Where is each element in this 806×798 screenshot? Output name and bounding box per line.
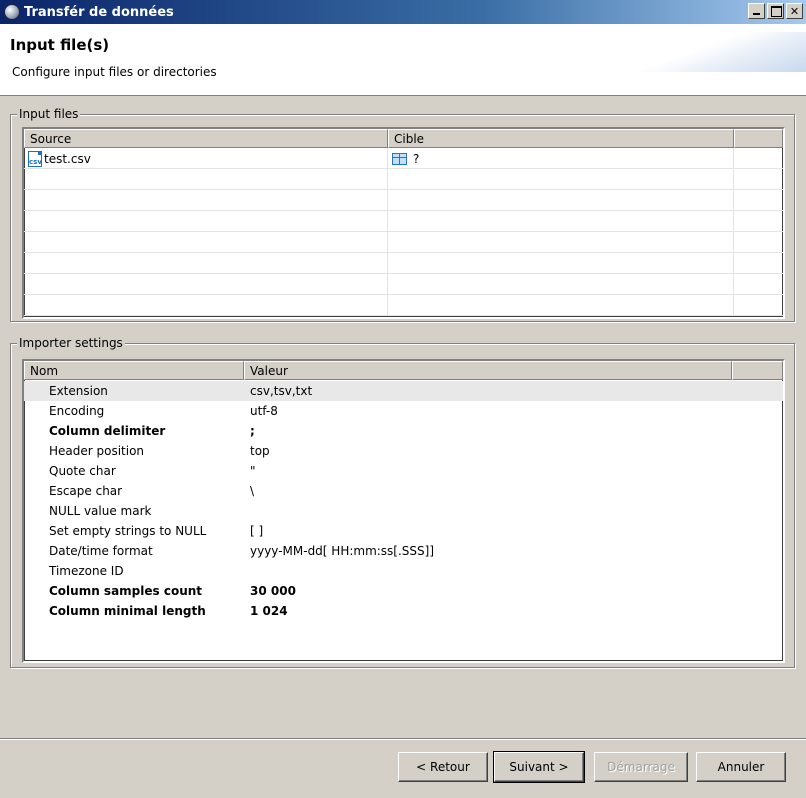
setting-row-header-position[interactable]: Header position top — [24, 441, 783, 461]
setting-name: NULL value mark — [49, 504, 152, 518]
setting-value[interactable]: [ ] — [244, 521, 263, 541]
input-files-table[interactable]: Source Cible csv test.csv ? — [22, 127, 785, 319]
importer-settings-label: Importer settings — [17, 336, 125, 350]
start-button[interactable]: Démarrage — [594, 752, 688, 782]
setting-name: Header position — [49, 444, 145, 458]
app-icon — [4, 4, 20, 20]
cancel-button[interactable]: Annuler — [696, 752, 786, 782]
back-button[interactable]: < Retour — [398, 752, 488, 782]
maximize-button[interactable] — [767, 3, 784, 19]
empty-row — [24, 169, 783, 190]
input-files-group: Input files Source Cible csv test.csv ? — [10, 107, 795, 322]
header-decoration — [606, 32, 806, 72]
setting-name: Date/time format — [49, 544, 153, 558]
setting-row-timezone-id[interactable]: Timezone ID — [24, 561, 783, 581]
setting-value[interactable] — [244, 501, 250, 521]
setting-name: Column delimiter — [49, 424, 166, 438]
button-bar-separator — [0, 738, 806, 740]
source-cell[interactable]: csv test.csv — [24, 148, 388, 169]
setting-value[interactable]: ; — [244, 421, 255, 441]
setting-name: Column samples count — [49, 584, 203, 598]
setting-name: Timezone ID — [49, 564, 124, 578]
setting-name: Column minimal length — [49, 604, 206, 618]
close-button[interactable]: ✕ — [786, 3, 803, 19]
input-files-label: Input files — [17, 107, 81, 121]
setting-row-extension[interactable]: Extension csv,tsv,txt — [24, 381, 783, 401]
setting-value[interactable] — [244, 561, 250, 581]
setting-row-column-delimiter[interactable]: Column delimiter ; — [24, 421, 783, 441]
empty-row — [24, 274, 783, 295]
setting-value[interactable]: \ — [244, 481, 254, 501]
empty-row — [24, 211, 783, 232]
setting-row-empty-strings-null[interactable]: Set empty strings to NULL [ ] — [24, 521, 783, 541]
setting-name: Escape char — [49, 484, 123, 498]
next-button[interactable]: Suivant > — [493, 751, 585, 783]
empty-row — [24, 253, 783, 274]
column-header-target[interactable]: Cible — [388, 129, 734, 148]
importer-settings-group: Importer settings Nom Valeur Extension c… — [10, 336, 795, 668]
target-name: ? — [413, 151, 420, 166]
setting-value[interactable]: yyyy-MM-dd[ HH:mm:ss[.SSS]] — [244, 541, 434, 561]
setting-row-datetime-format[interactable]: Date/time format yyyy-MM-dd[ HH:mm:ss[.S… — [24, 541, 783, 561]
window-title: Transfér de données — [24, 4, 174, 20]
column-header-value[interactable]: Valeur — [244, 361, 732, 380]
table-icon — [392, 152, 407, 165]
extra-cell — [734, 148, 783, 169]
setting-name: Encoding — [49, 404, 105, 418]
setting-row-column-minimal-length[interactable]: Column minimal length 1 024 — [24, 601, 783, 621]
empty-row — [24, 295, 783, 316]
empty-row — [24, 232, 783, 253]
setting-value[interactable]: utf-8 — [244, 401, 278, 421]
setting-value[interactable]: top — [244, 441, 270, 461]
setting-value[interactable]: 1 024 — [244, 601, 288, 621]
column-header-filler — [732, 361, 783, 380]
window-controls: ✕ — [748, 3, 803, 19]
column-header-filler — [734, 129, 783, 148]
source-filename: test.csv — [44, 151, 91, 166]
data-transfer-window: Transfér de données ✕ Input file(s) Conf… — [0, 0, 806, 798]
target-cell[interactable]: ? — [388, 148, 734, 169]
setting-value[interactable]: 30 000 — [244, 581, 296, 601]
page-description: Configure input files or directories — [12, 65, 217, 79]
input-files-header: Source Cible — [24, 129, 783, 148]
column-header-source[interactable]: Source — [24, 129, 388, 148]
wizard-header: Input file(s) Configure input files or d… — [0, 24, 806, 96]
column-header-name[interactable]: Nom — [24, 361, 244, 380]
setting-value[interactable]: " — [244, 461, 256, 481]
setting-name: Quote char — [49, 464, 116, 478]
setting-name: Extension — [49, 384, 108, 398]
table-row[interactable]: csv test.csv ? — [24, 148, 783, 169]
setting-row-quote-char[interactable]: Quote char " — [24, 461, 783, 481]
title-bar[interactable]: Transfér de données ✕ — [0, 0, 806, 24]
setting-row-escape-char[interactable]: Escape char \ — [24, 481, 783, 501]
settings-header: Nom Valeur — [24, 361, 783, 380]
setting-name: Set empty strings to NULL — [49, 524, 207, 538]
setting-row-column-samples-count[interactable]: Column samples count 30 000 — [24, 581, 783, 601]
csv-file-icon: csv — [28, 150, 42, 167]
importer-settings-table[interactable]: Nom Valeur Extension csv,tsv,txt Encodin… — [22, 359, 785, 663]
page-title: Input file(s) — [10, 36, 110, 54]
setting-row-encoding[interactable]: Encoding utf-8 — [24, 401, 783, 421]
minimize-button[interactable] — [748, 3, 765, 19]
empty-row — [24, 190, 783, 211]
setting-row-null-value-mark[interactable]: NULL value mark — [24, 501, 783, 521]
setting-value[interactable]: csv,tsv,txt — [244, 381, 312, 401]
